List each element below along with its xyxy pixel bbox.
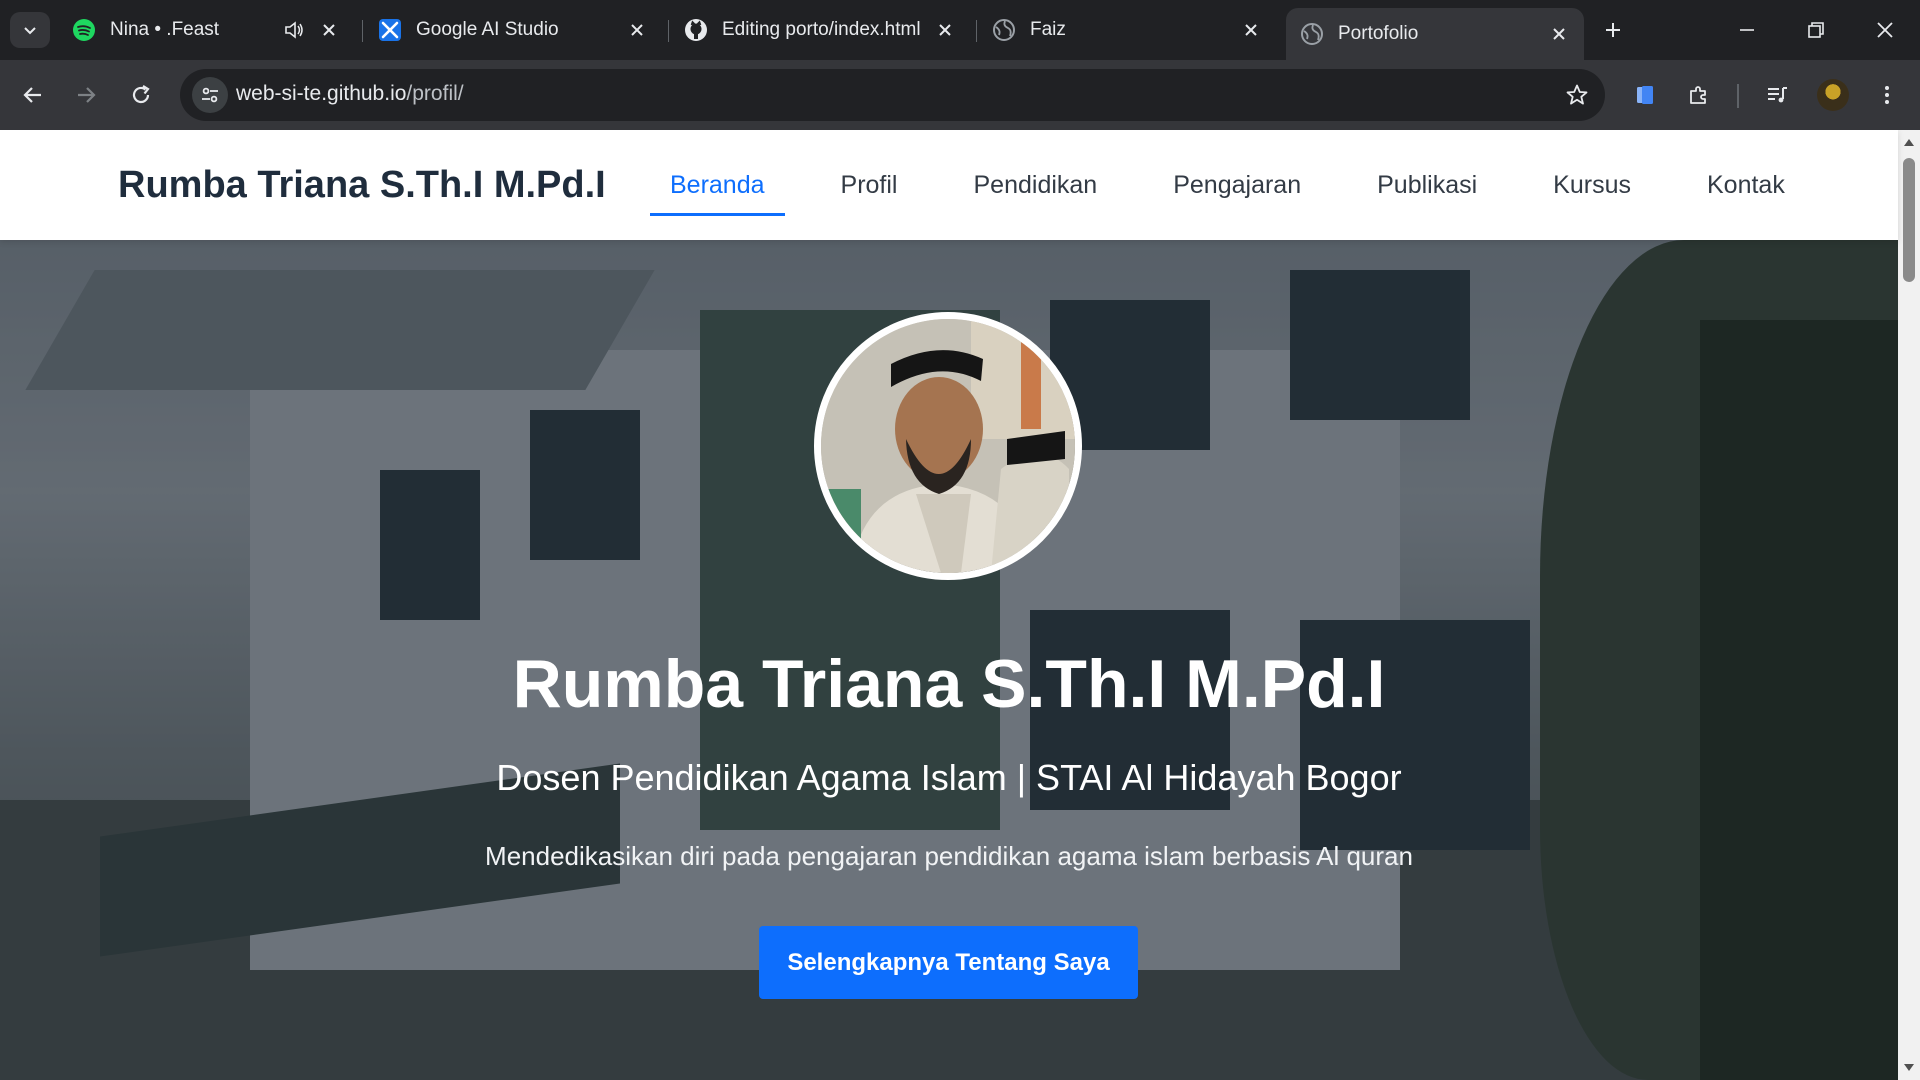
tab-close-icon[interactable] xyxy=(1240,19,1262,41)
back-button[interactable] xyxy=(13,75,53,115)
tab-google-ai-studio[interactable]: Google AI Studio xyxy=(364,8,662,52)
nav-link-publikasi[interactable]: Publikasi xyxy=(1357,130,1497,240)
address-url[interactable]: web-si-te.github.io/profil/ xyxy=(236,82,464,106)
docs-extension-icon xyxy=(1637,86,1653,104)
hero-role: Dosen Pendidikan Agama Islam | STAI Al H… xyxy=(496,757,1402,798)
puzzle-icon xyxy=(1690,86,1706,104)
reload-icon xyxy=(132,85,150,104)
scroll-down-icon[interactable] xyxy=(1901,1060,1917,1076)
tab-close-icon[interactable] xyxy=(318,19,340,41)
close-icon xyxy=(1877,22,1893,38)
plus-icon xyxy=(1606,23,1620,37)
forward-button[interactable] xyxy=(66,75,106,115)
url-host: web-si-te.github.io xyxy=(236,82,407,105)
spotify-icon xyxy=(72,18,96,42)
page-viewport: Rumba Triana S.Th.I M.Pd.I Beranda Profi… xyxy=(0,130,1920,1080)
google-ai-studio-icon xyxy=(378,18,402,42)
tab-close-icon[interactable] xyxy=(934,19,956,41)
tab-close-icon[interactable] xyxy=(1548,23,1570,45)
minimize-button[interactable] xyxy=(1724,12,1770,48)
tab-strip: Nina • .Feast Google AI Studio Editing p… xyxy=(0,0,1920,60)
google-docs-extension-button[interactable] xyxy=(1627,77,1663,113)
tab-spotify[interactable]: Nina • .Feast xyxy=(58,8,354,52)
media-controls-button[interactable] xyxy=(1759,77,1795,113)
page-scrollbar[interactable] xyxy=(1898,130,1920,1080)
chrome-menu-button[interactable] xyxy=(1869,77,1905,113)
tab-github-editing[interactable]: Editing porto/index.html xyxy=(670,8,970,52)
new-tab-button[interactable] xyxy=(1590,12,1636,48)
hero-name: Rumba Triana S.Th.I M.Pd.I xyxy=(512,646,1386,722)
globe-icon xyxy=(1300,22,1324,46)
restore-button[interactable] xyxy=(1793,12,1839,48)
site-navbar: Rumba Triana S.Th.I M.Pd.I Beranda Profi… xyxy=(0,130,1898,240)
more-vert-icon xyxy=(1885,86,1889,104)
extensions-button[interactable] xyxy=(1681,77,1717,113)
tab-title: Portofolio xyxy=(1338,23,1419,44)
tune-icon xyxy=(202,87,218,103)
github-icon xyxy=(684,18,708,42)
profile-photo xyxy=(814,312,1082,580)
tab-portofolio[interactable]: Portofolio xyxy=(1286,8,1584,60)
site-info-button[interactable] xyxy=(192,77,228,113)
hero-section: Rumba Triana S.Th.I M.Pd.I Dosen Pendidi… xyxy=(0,240,1898,1080)
nav-link-kursus[interactable]: Kursus xyxy=(1533,130,1651,240)
bookmark-star-button[interactable] xyxy=(1563,81,1591,109)
scroll-up-icon[interactable] xyxy=(1901,134,1917,150)
nav-link-beranda[interactable]: Beranda xyxy=(650,130,785,240)
nav-links: Beranda Profil Pendidikan Pengajaran Pub… xyxy=(650,130,1841,240)
close-window-button[interactable] xyxy=(1862,12,1908,48)
star-icon xyxy=(1566,84,1588,105)
url-path: /profil/ xyxy=(406,82,464,105)
tab-separator xyxy=(362,20,363,42)
hero-content: Rumba Triana S.Th.I M.Pd.I Dosen Pendidi… xyxy=(0,240,1898,1080)
tab-separator xyxy=(976,20,977,42)
tab-title: Google AI Studio xyxy=(416,19,559,40)
tab-title: Editing porto/index.html xyxy=(722,19,921,40)
minimize-icon xyxy=(1740,29,1754,31)
tab-separator xyxy=(668,20,669,42)
tab-search-button[interactable] xyxy=(10,12,50,48)
tab-faiz[interactable]: Faiz xyxy=(978,8,1276,52)
speaker-icon[interactable] xyxy=(282,18,306,42)
site-brand[interactable]: Rumba Triana S.Th.I M.Pd.I xyxy=(118,164,606,207)
browser-toolbar: web-si-te.github.io/profil/ xyxy=(0,60,1920,130)
restore-icon xyxy=(1808,22,1824,38)
arrow-left-icon xyxy=(23,87,41,103)
profile-photo-illustration xyxy=(821,319,1075,573)
profile-avatar[interactable] xyxy=(1817,79,1849,111)
arrow-right-icon xyxy=(78,87,96,103)
tab-title: Nina • .Feast xyxy=(110,19,220,40)
nav-link-kontak[interactable]: Kontak xyxy=(1687,130,1805,240)
queue-music-icon xyxy=(1768,87,1787,103)
nav-link-profil[interactable]: Profil xyxy=(821,130,918,240)
toolbar-separator xyxy=(1737,84,1739,108)
chevron-down-icon xyxy=(24,27,36,35)
tab-close-icon[interactable] xyxy=(626,19,648,41)
nav-link-pendidikan[interactable]: Pendidikan xyxy=(954,130,1118,240)
nav-link-pengajaran[interactable]: Pengajaran xyxy=(1153,130,1321,240)
scrollbar-thumb[interactable] xyxy=(1903,158,1915,282)
address-bar[interactable]: web-si-te.github.io/profil/ xyxy=(180,69,1605,121)
hero-tagline: Mendedikasikan diri pada pengajaran pend… xyxy=(485,841,1413,871)
tab-title: Faiz xyxy=(1030,19,1066,40)
about-me-button[interactable]: Selengkapnya Tentang Saya xyxy=(759,926,1138,999)
globe-icon xyxy=(992,18,1016,42)
reload-button[interactable] xyxy=(121,75,161,115)
